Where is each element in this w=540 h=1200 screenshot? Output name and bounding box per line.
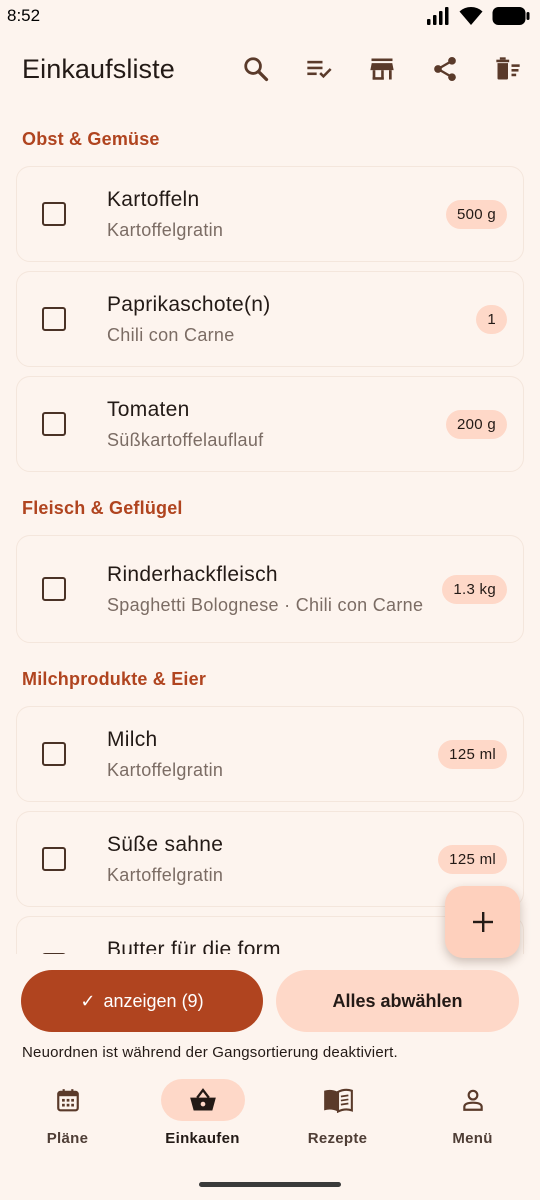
share-icon bbox=[434, 56, 456, 82]
app-bar: Einkaufsliste bbox=[0, 38, 540, 100]
list-item[interactable]: Milch Kartoffelgratin 125 ml bbox=[16, 706, 524, 802]
checklist-icon bbox=[307, 60, 332, 79]
store-button[interactable] bbox=[358, 45, 406, 93]
item-checkbox[interactable] bbox=[42, 953, 66, 954]
quantity-badge: 200 g bbox=[445, 409, 507, 439]
delete-sweep-icon bbox=[496, 57, 520, 80]
show-checked-button[interactable]: ✓ anzeigen (9) bbox=[21, 970, 263, 1032]
item-name: Rinderhackfleisch bbox=[107, 562, 278, 586]
section-header: Obst & Gemüse bbox=[22, 128, 160, 149]
wifi-icon bbox=[459, 7, 483, 25]
list-item[interactable]: Paprikaschote(n) Chili con Carne 1 bbox=[16, 271, 524, 367]
item-recipes: Spaghetti Bolognese · Chili con Carne bbox=[107, 594, 424, 615]
nav-label: Menü bbox=[452, 1130, 493, 1147]
item-name: Tomaten bbox=[107, 397, 190, 421]
page-title: Einkaufsliste bbox=[22, 53, 175, 84]
quantity-badge: 1.3 kg bbox=[442, 574, 507, 604]
store-icon bbox=[370, 58, 394, 80]
item-recipes: Kartoffelgratin bbox=[107, 864, 224, 885]
item-recipes: Chili con Carne bbox=[107, 324, 235, 345]
list-item[interactable]: Kartoffeln Kartoffelgratin 500 g bbox=[16, 166, 524, 262]
item-checkbox[interactable] bbox=[42, 742, 66, 766]
item-checkbox[interactable] bbox=[42, 307, 66, 331]
item-name: Paprikaschote(n) bbox=[107, 292, 271, 316]
search-button[interactable] bbox=[232, 45, 280, 93]
nav-label: Pläne bbox=[46, 1130, 89, 1147]
list-item[interactable]: Rinderhackfleisch Spaghetti Bolognese · … bbox=[16, 535, 524, 643]
status-bar: 8:52 bbox=[0, 0, 540, 32]
deselect-all-button[interactable]: Alles abwählen bbox=[276, 970, 519, 1032]
nav-item-plans[interactable]: Pläne bbox=[0, 1078, 135, 1168]
delete-sweep-button[interactable] bbox=[484, 45, 532, 93]
quantity-badge: 1 bbox=[476, 304, 507, 334]
item-name: Süße sahne bbox=[107, 832, 224, 856]
nav-item-shopping[interactable]: Einkaufen bbox=[135, 1078, 270, 1168]
reorder-notice: Neuordnen ist während der Gangsortierung… bbox=[22, 1044, 398, 1061]
quantity-badge: 125 ml bbox=[438, 844, 507, 874]
add-item-button[interactable] bbox=[445, 886, 520, 958]
item-checkbox[interactable] bbox=[42, 202, 66, 226]
app-actions bbox=[217, 45, 540, 93]
show-checked-label: anzeigen (9) bbox=[103, 990, 204, 1011]
item-name: Kartoffeln bbox=[107, 187, 200, 211]
calendar-icon bbox=[56, 1089, 79, 1112]
book-icon bbox=[323, 1088, 353, 1113]
item-checkbox[interactable] bbox=[42, 577, 66, 601]
quantity-badge: 125 ml bbox=[438, 739, 507, 769]
nav-item-recipes[interactable]: Rezepte bbox=[270, 1078, 405, 1168]
nav-label: Einkaufen bbox=[165, 1130, 240, 1147]
checklist-button[interactable] bbox=[295, 45, 343, 93]
item-recipes: Kartoffelgratin bbox=[107, 219, 224, 240]
battery-icon bbox=[492, 7, 530, 25]
list-item[interactable]: Tomaten Süßkartoffelauflauf 200 g bbox=[16, 376, 524, 472]
person-icon bbox=[462, 1089, 483, 1111]
basket-icon bbox=[189, 1088, 216, 1111]
nav-item-menu[interactable]: Menü bbox=[405, 1078, 540, 1168]
plus-icon bbox=[472, 912, 493, 932]
item-name: Milch bbox=[107, 727, 158, 751]
bottom-navigation: Pläne Einkaufen Rezepte Menü bbox=[0, 1078, 540, 1168]
status-time: 8:52 bbox=[7, 6, 41, 25]
bottom-actions: ✓ anzeigen (9) Alles abwählen bbox=[21, 970, 519, 1032]
item-recipes: Süßkartoffelauflauf bbox=[107, 429, 264, 450]
item-checkbox[interactable] bbox=[42, 847, 66, 871]
section-header: Milchprodukte & Eier bbox=[22, 668, 207, 689]
item-checkbox[interactable] bbox=[42, 412, 66, 436]
nav-label: Rezepte bbox=[307, 1130, 368, 1147]
signal-icon bbox=[427, 7, 449, 25]
status-icons bbox=[426, 6, 530, 26]
shopping-list[interactable]: Obst & Gemüse Kartoffeln Kartoffelgratin… bbox=[0, 112, 540, 954]
search-icon bbox=[244, 57, 269, 82]
check-icon: ✓ bbox=[80, 990, 96, 1011]
section-header: Fleisch & Geflügel bbox=[22, 497, 183, 518]
item-recipes: Kartoffelgratin bbox=[107, 759, 224, 780]
quantity-badge: 500 g bbox=[445, 199, 507, 229]
share-button[interactable] bbox=[421, 45, 469, 93]
gesture-bar bbox=[199, 1182, 341, 1187]
